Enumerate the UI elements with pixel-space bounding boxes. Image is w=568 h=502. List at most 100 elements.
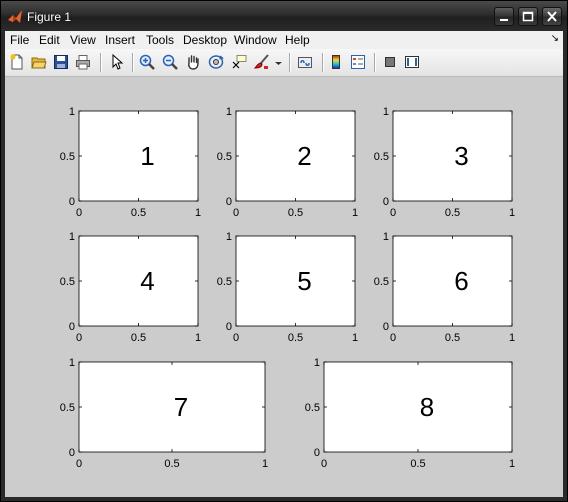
y-tick-label: 1: [69, 357, 75, 369]
subplot-8[interactable]: 0 0.5 1 0 0.5 1 8: [305, 357, 515, 470]
x-tick-label: 1: [195, 332, 201, 344]
axes-box[interactable]: [392, 110, 513, 202]
dock-figure-icon[interactable]: ↘: [551, 33, 559, 44]
x-tick-label: 0.5: [288, 207, 303, 219]
subplot-label: 4: [140, 266, 154, 296]
subplot-4[interactable]: 0 0.5 1 0 0.5 1 4: [60, 231, 201, 344]
maximize-button[interactable]: [518, 7, 538, 26]
y-tick-label: 0.5: [60, 151, 75, 163]
data-cursor-icon[interactable]: [231, 54, 247, 70]
hide-plot-tools-icon[interactable]: [382, 54, 398, 70]
axes-box[interactable]: [235, 235, 356, 327]
x-tick-label: 0.5: [131, 332, 146, 344]
x-tick-label: 0: [76, 458, 82, 470]
y-tick-label: 0.5: [217, 151, 232, 163]
open-file-icon[interactable]: [31, 54, 47, 70]
y-tick-label: 0: [383, 196, 389, 208]
subplot-3[interactable]: 0 0.5 1 0 0.5 1 3: [374, 106, 515, 219]
colorbar-icon[interactable]: [328, 54, 344, 70]
y-tick-label: 1: [226, 106, 232, 118]
x-tick-label: 0.5: [164, 458, 179, 470]
y-tick-label: 0.5: [374, 276, 389, 288]
menu-help[interactable]: Help: [285, 33, 310, 47]
x-tick-label: 1: [509, 207, 515, 219]
x-tick-label: 0.5: [131, 207, 146, 219]
x-tick-label: 1: [262, 458, 268, 470]
subplot-1[interactable]: 0 0.5 1 0 0.5 1 1: [60, 106, 201, 219]
axes-box[interactable]: [392, 235, 513, 327]
axes-box[interactable]: [235, 110, 356, 202]
menu-edit[interactable]: Edit: [39, 33, 60, 47]
close-button[interactable]: [542, 7, 562, 26]
legend-icon[interactable]: [350, 54, 366, 70]
x-tick-label: 0: [76, 332, 82, 344]
axes-box[interactable]: [78, 361, 266, 453]
x-tick-label: 0: [233, 332, 239, 344]
x-tick-label: 0: [390, 332, 396, 344]
y-tick-label: 0: [383, 321, 389, 333]
matlab-logo-icon: [8, 10, 22, 23]
pointer-icon[interactable]: [109, 54, 125, 70]
subplot-6[interactable]: 0 0.5 1 0 0.5 1 6: [374, 231, 515, 344]
rotate-3d-icon[interactable]: [208, 54, 224, 70]
menu-tools[interactable]: Tools: [146, 33, 174, 47]
subplot-label: 8: [420, 392, 434, 422]
subplot-2[interactable]: 0 0.5 1 0 0.5 1 2: [217, 106, 358, 219]
axes-box[interactable]: [78, 110, 199, 202]
subplot-5[interactable]: 0 0.5 1 0 0.5 1 5: [217, 231, 358, 344]
y-tick-label: 1: [226, 231, 232, 243]
y-tick-label: 0: [226, 321, 232, 333]
zoom-out-icon[interactable]: [162, 54, 178, 70]
new-figure-icon[interactable]: [9, 54, 25, 70]
y-tick-label: 0.5: [60, 402, 75, 414]
brush-dropdown-icon[interactable]: [274, 54, 283, 70]
toolbar-separator: [374, 53, 376, 72]
subplot-label: 3: [454, 141, 468, 171]
y-tick-label: 0: [314, 447, 320, 459]
x-tick-label: 1: [509, 332, 515, 344]
y-tick-label: 0.5: [305, 402, 320, 414]
figure-window: Figure 1 File Edit View Insert Tools Des…: [0, 0, 568, 502]
axes-box[interactable]: [323, 361, 513, 453]
figure-toolbar: [5, 49, 563, 77]
print-icon[interactable]: [75, 54, 91, 70]
menu-view[interactable]: View: [70, 33, 96, 47]
minimize-button[interactable]: [494, 7, 514, 26]
maximize-icon: [522, 11, 534, 22]
title-bar[interactable]: Figure 1: [1, 1, 567, 31]
subplot-label: 6: [454, 266, 468, 296]
toolbar-separator: [322, 53, 324, 72]
menu-desktop[interactable]: Desktop: [183, 33, 227, 47]
y-tick-label: 0.5: [60, 276, 75, 288]
menu-window[interactable]: Window: [234, 33, 277, 47]
save-icon[interactable]: [53, 54, 69, 70]
x-tick-label: 0.5: [410, 458, 425, 470]
window-title: Figure 1: [27, 10, 72, 24]
y-tick-label: 0.5: [374, 151, 389, 163]
subplots-layer: 0 0.5 100.5110 0.5 100.5120 0.5 100.5130 0.5 100…: [60, 106, 515, 470]
x-tick-label: 0: [390, 207, 396, 219]
subplot-7[interactable]: 0 0.5 1 0 0.5 1 7: [60, 357, 268, 470]
menu-insert[interactable]: Insert: [105, 33, 135, 47]
y-tick-label: 1: [383, 231, 389, 243]
subplot-label: 1: [140, 141, 154, 171]
x-tick-label: 0: [321, 458, 327, 470]
show-plot-tools-icon[interactable]: [404, 54, 420, 70]
x-tick-label: 1: [509, 458, 515, 470]
toolbar-separator: [289, 53, 291, 72]
x-tick-label: 1: [195, 207, 201, 219]
y-tick-label: 1: [69, 231, 75, 243]
menu-file[interactable]: File: [10, 33, 29, 47]
y-tick-label: 0: [69, 447, 75, 459]
pan-hand-icon[interactable]: [185, 54, 201, 70]
figure-canvas[interactable]: 0 0.5 1 0 0.5 1 1 0 0.5 1 0 0.5 1 2 0 0.5 1 0 0.5 1 3 0 0.5 1 0 0…: [5, 77, 563, 497]
axes-box[interactable]: [78, 235, 199, 327]
zoom-in-icon[interactable]: [139, 54, 155, 70]
x-tick-label: 1: [352, 332, 358, 344]
subplot-label: 7: [174, 392, 188, 422]
brush-icon[interactable]: [254, 54, 270, 70]
link-plot-icon[interactable]: [297, 54, 313, 70]
toolbar-separator: [100, 53, 102, 72]
toolbar-separator: [132, 53, 134, 72]
minimize-icon: [500, 19, 508, 21]
